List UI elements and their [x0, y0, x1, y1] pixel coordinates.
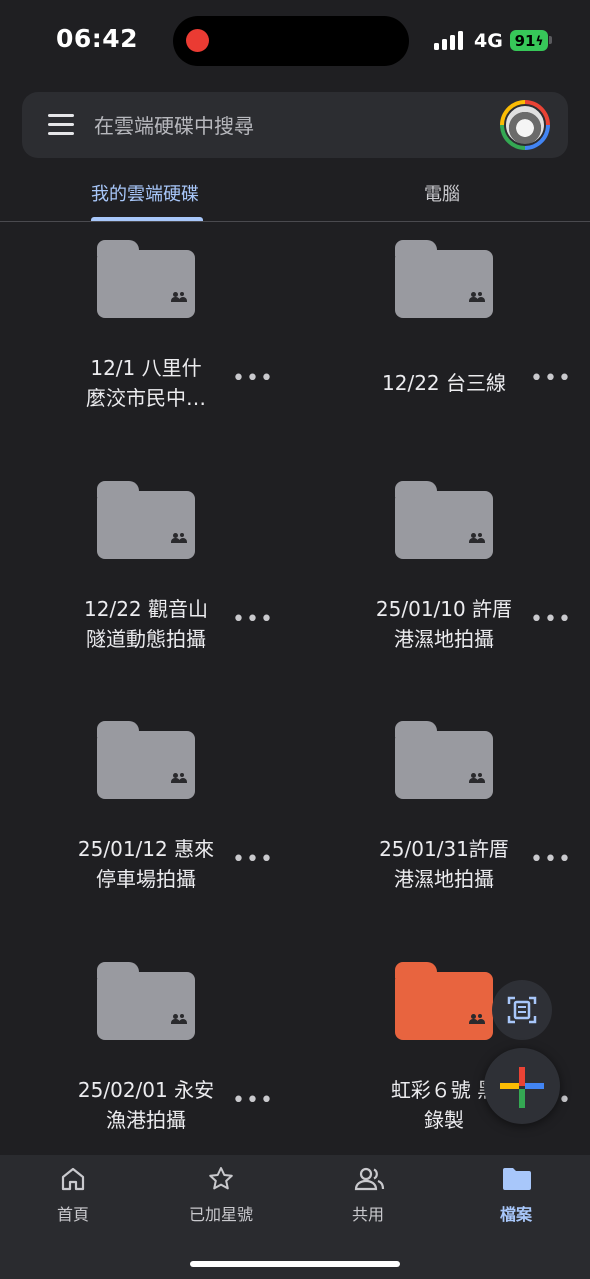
- folder-name-line1: 12/1 八里什: [90, 356, 202, 380]
- folder-icon: [395, 240, 493, 318]
- folder-name-line2: 港濕地拍攝: [394, 627, 494, 651]
- shared-people-icon: [171, 533, 187, 543]
- more-options-button[interactable]: •••: [232, 607, 274, 632]
- folder-item[interactable]: 12/1 八里什 麼洨市民中… •••: [0, 240, 294, 480]
- more-options-button[interactable]: •••: [530, 847, 572, 872]
- folder-name: 25/01/12 惠來 停車場拍攝: [46, 834, 246, 894]
- status-bar: 06:42 4G 91 ϟ: [0, 0, 590, 80]
- folder-item[interactable]: 25/01/31許厝 港濕地拍攝 •••: [297, 721, 590, 961]
- folder-item[interactable]: 12/22 台三線 •••: [297, 240, 590, 480]
- folder-item[interactable]: 25/01/10 許厝 港濕地拍攝 •••: [297, 481, 590, 721]
- folder-name: 12/22 觀音山 隧道動態拍攝: [46, 594, 246, 654]
- more-options-button[interactable]: •••: [232, 847, 274, 872]
- shared-people-icon: [469, 773, 485, 783]
- document-scan-icon: [507, 996, 537, 1024]
- shared-people-icon: [469, 1014, 485, 1024]
- folder-name: 25/01/10 許厝 港濕地拍攝: [344, 594, 544, 654]
- nav-home-label: 首頁: [56, 1205, 89, 1224]
- folder-name: 25/02/01 永安 漁港拍攝: [46, 1075, 246, 1135]
- nav-files-label: 檔案: [499, 1205, 532, 1224]
- folder-item[interactable]: 25/01/12 惠來 停車場拍攝 •••: [0, 721, 294, 961]
- folder-name: 25/01/31許厝 港濕地拍攝: [344, 834, 544, 894]
- folder-name-line2: 港濕地拍攝: [394, 867, 494, 891]
- search-input[interactable]: 在雲端硬碟中搜尋: [94, 110, 254, 139]
- folder-name-line1: 12/22 台三線: [382, 371, 506, 395]
- folder-icon: [97, 721, 195, 799]
- folder-icon: [97, 962, 195, 1040]
- nav-starred-label: 已加星號: [188, 1205, 253, 1224]
- star-icon: [209, 1167, 233, 1190]
- folder-icon: [503, 1168, 531, 1190]
- folder-icon: [395, 481, 493, 559]
- folder-name-line1: 25/01/12 惠來: [77, 837, 215, 861]
- folder-name-line2: 漁港拍攝: [106, 1108, 186, 1132]
- dynamic-island: [173, 16, 409, 66]
- shared-people-icon: [469, 292, 485, 302]
- shared-people-icon: [171, 292, 187, 302]
- recording-indicator-icon: [186, 29, 209, 52]
- more-options-button[interactable]: •••: [530, 607, 572, 632]
- nav-shared-label: 共用: [351, 1205, 384, 1224]
- folder-name-line1: 25/01/31許厝: [379, 837, 509, 861]
- folder-icon: [97, 481, 195, 559]
- folder-name-line2: 隧道動態拍攝: [86, 627, 206, 651]
- shared-people-icon: [171, 1014, 187, 1024]
- battery-level: 91: [514, 31, 536, 50]
- folder-icon: [97, 240, 195, 318]
- search-bar[interactable]: 在雲端硬碟中搜尋: [22, 92, 568, 158]
- people-icon: [354, 1167, 385, 1191]
- folder-icon: [395, 962, 493, 1040]
- battery-tip: [549, 36, 552, 44]
- shared-people-icon: [171, 773, 187, 783]
- cellular-signal-icon: [434, 30, 466, 50]
- more-options-button[interactable]: •••: [232, 1088, 274, 1113]
- folder-name-line1: 25/02/01 永安: [77, 1078, 215, 1102]
- shared-people-icon: [469, 533, 485, 543]
- folder-item[interactable]: 12/22 觀音山 隧道動態拍攝 •••: [0, 481, 294, 721]
- folder-name-line1: 12/22 觀音山: [84, 597, 208, 621]
- folder-icon: [395, 721, 493, 799]
- tab-computers[interactable]: 電腦: [424, 180, 460, 206]
- folder-name-line2: 麼洨市民中…: [86, 386, 206, 410]
- tab-divider: [0, 221, 590, 222]
- folder-name-line2: 停車場拍攝: [96, 867, 196, 891]
- more-options-button[interactable]: •••: [232, 366, 274, 391]
- more-options-button[interactable]: •••: [530, 366, 572, 391]
- home-icon: [61, 1167, 85, 1191]
- status-time: 06:42: [56, 24, 139, 53]
- avatar-image: [504, 104, 546, 146]
- plus-icon: [500, 1067, 544, 1108]
- menu-icon[interactable]: [48, 114, 74, 136]
- avatar[interactable]: [500, 100, 550, 150]
- folder-name-line1: 25/01/10 許厝: [375, 597, 513, 621]
- folder-name: 12/1 八里什 麼洨市民中…: [46, 353, 246, 413]
- folder-name: 12/22 台三線: [344, 368, 544, 398]
- network-type: 4G: [474, 30, 503, 52]
- battery-icon: 91 ϟ: [510, 30, 548, 51]
- new-button[interactable]: [484, 1048, 560, 1124]
- home-indicator: [190, 1261, 400, 1267]
- tab-my-drive[interactable]: 我的雲端硬碟: [91, 180, 199, 206]
- scan-button[interactable]: [492, 980, 552, 1040]
